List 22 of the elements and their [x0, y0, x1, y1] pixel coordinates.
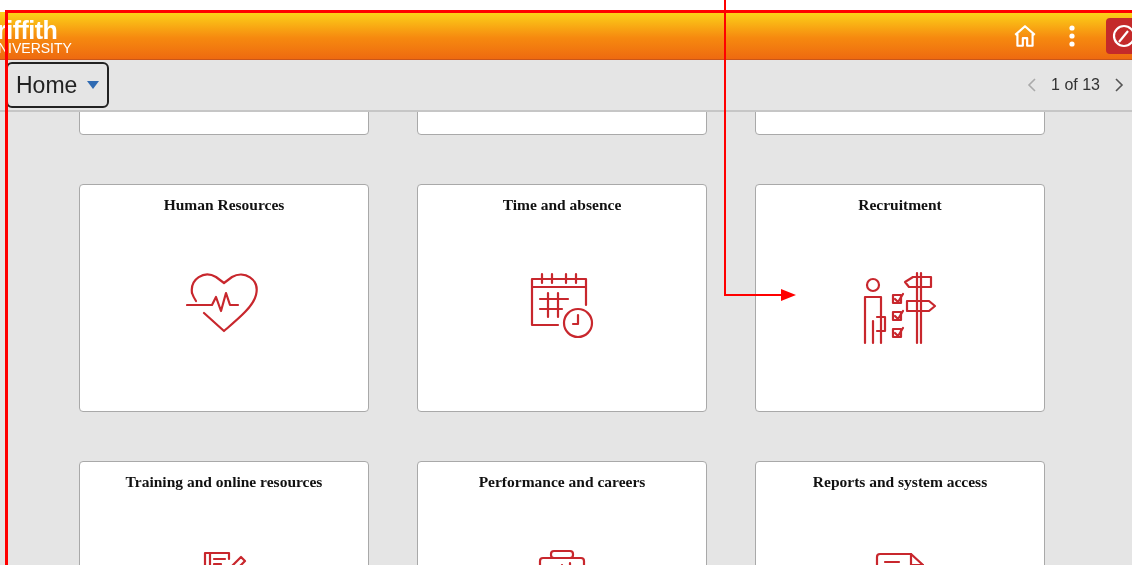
tile[interactable]: Performance and careers	[417, 461, 707, 565]
tile[interactable]: Reports and system access	[755, 461, 1045, 565]
page-title-dropdown[interactable]: Home	[6, 62, 110, 108]
person-checklist-signpost-icon	[861, 271, 939, 346]
tile[interactable]: Time and absence	[417, 184, 707, 412]
tile-title: Performance and careers	[478, 472, 646, 492]
navigator-button[interactable]	[1106, 17, 1132, 54]
tile[interactable]: Recruitment	[755, 184, 1045, 412]
dropdown-caret-icon	[87, 81, 100, 89]
previous-icon[interactable]	[1027, 77, 1038, 93]
tile[interactable]: Training and online resources	[79, 461, 369, 565]
tile-title: Time and absence	[502, 195, 622, 215]
next-icon[interactable]	[1114, 77, 1124, 93]
page-counter: 1 of 13	[1051, 75, 1100, 95]
home-icon[interactable]	[1012, 22, 1038, 49]
calendar-clock-icon	[528, 271, 596, 340]
tile-title: Training and online resources	[125, 472, 323, 492]
tile-title: Reports and system access	[812, 472, 988, 492]
tile[interactable]: Human Resources	[79, 184, 369, 412]
tile-title: Recruitment	[858, 195, 942, 215]
tile-title: Human Resources	[163, 195, 285, 215]
more-options-icon[interactable]	[1068, 23, 1076, 48]
